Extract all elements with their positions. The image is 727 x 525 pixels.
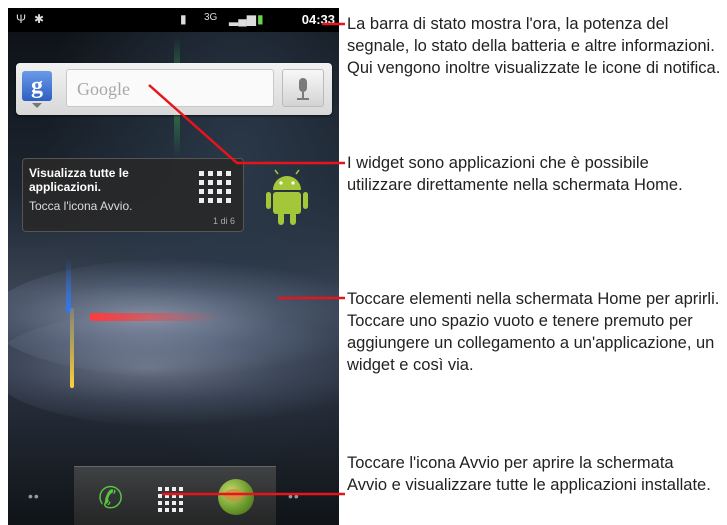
callout-line-widget — [148, 84, 345, 165]
callout-status-bar: La barra di stato mostra l'ora, la poten… — [347, 15, 721, 77]
callout-widgets: I widget sono applicazioni che è possibi… — [347, 154, 683, 194]
callout-home-screen: Toccare elementi nella schermata Home pe… — [347, 290, 720, 374]
callout-launcher: Toccare l'icona Avvio per aprire la sche… — [347, 454, 711, 494]
